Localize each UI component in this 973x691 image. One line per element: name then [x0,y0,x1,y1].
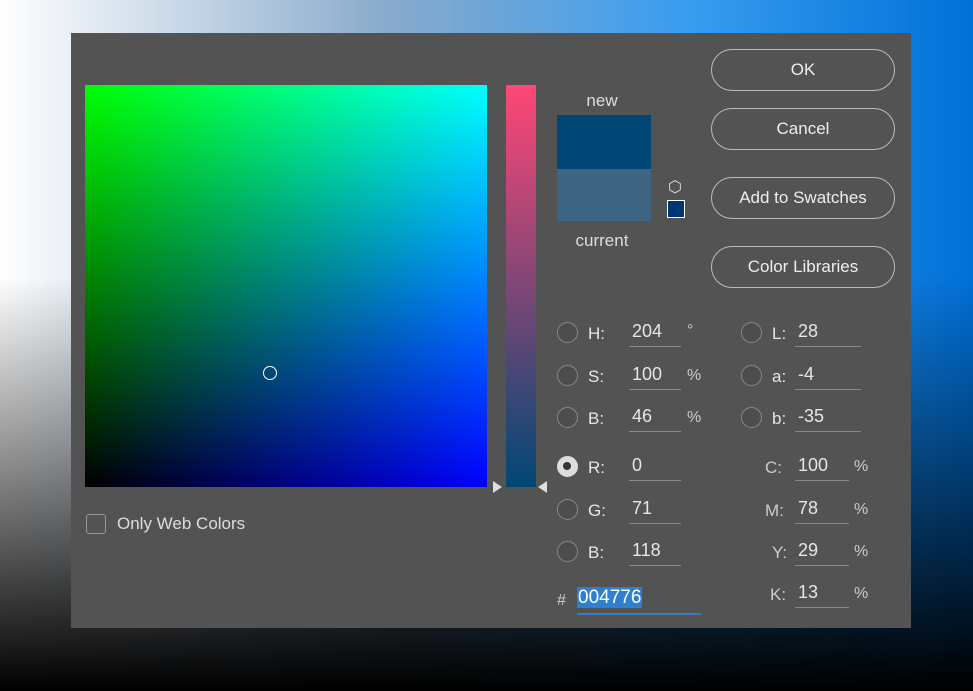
blue-label: B: [588,543,605,562]
lab-b-label: b: [772,409,787,428]
radio-l[interactable] [741,322,762,343]
k-label: K: [770,585,787,604]
k-unit: % [854,585,869,602]
ok-button[interactable]: OK [711,49,895,91]
hex-value: 004776 [577,587,643,608]
s-label: S: [588,367,605,386]
radio-a[interactable] [741,365,762,386]
color-libraries-button[interactable]: Color Libraries [711,246,895,288]
h-input[interactable]: 204 [629,321,681,347]
radio-s[interactable] [557,365,578,386]
brightness-unit: % [687,409,702,426]
g-input[interactable]: 71 [629,498,681,524]
new-color-swatch [557,115,651,169]
slider-handle-left[interactable] [493,481,502,493]
brightness-label: B: [588,409,605,428]
only-web-colors-checkbox[interactable] [86,514,106,534]
radio-g[interactable] [557,499,578,520]
lab-b-input[interactable]: -35 [795,406,861,432]
c-input[interactable]: 100 [795,455,849,481]
k-input[interactable]: 13 [795,582,849,608]
radio-r[interactable] [557,456,578,477]
m-unit: % [854,501,869,518]
color-picker-dialog: new current ⬡ OK Cancel Add to Swatches … [71,33,911,628]
add-to-swatches-button[interactable]: Add to Swatches [711,177,895,219]
current-color-swatch[interactable] [557,169,651,221]
g-label: G: [588,501,606,520]
slider-handle-right[interactable] [538,481,547,493]
c-label: C: [765,458,782,477]
current-label: current [575,231,629,250]
s-unit: % [687,367,702,384]
h-unit: ° [687,322,694,339]
m-input[interactable]: 78 [795,498,849,524]
web-safe-color-swatch[interactable] [667,200,685,218]
a-label: a: [772,367,787,386]
new-label: new [586,91,618,110]
radio-brightness[interactable] [557,407,578,428]
radio-h[interactable] [557,322,578,343]
m-label: M: [765,501,784,520]
hex-label: # [557,592,566,609]
radio-blue[interactable] [557,541,578,562]
cancel-button[interactable]: Cancel [711,108,895,150]
red-channel-slider[interactable] [506,85,536,487]
only-web-colors-label: Only Web Colors [117,514,246,533]
y-label: Y: [772,543,788,562]
a-input[interactable]: -4 [795,364,861,390]
color-field[interactable] [85,85,487,487]
y-input[interactable]: 29 [795,540,849,566]
brightness-input[interactable]: 46 [629,406,681,432]
y-unit: % [854,543,869,560]
c-unit: % [854,458,869,475]
h-label: H: [588,324,605,343]
hex-input[interactable]: 004776 [577,587,701,615]
l-input[interactable]: 28 [795,321,861,347]
color-field-marker[interactable] [263,366,277,380]
s-input[interactable]: 100 [629,364,681,390]
radio-lab-b[interactable] [741,407,762,428]
blue-input[interactable]: 118 [629,540,681,566]
r-input[interactable]: 0 [629,455,681,481]
out-of-gamut-cube-icon[interactable]: ⬡ [668,177,682,197]
l-label: L: [772,324,787,343]
r-label: R: [588,458,605,477]
